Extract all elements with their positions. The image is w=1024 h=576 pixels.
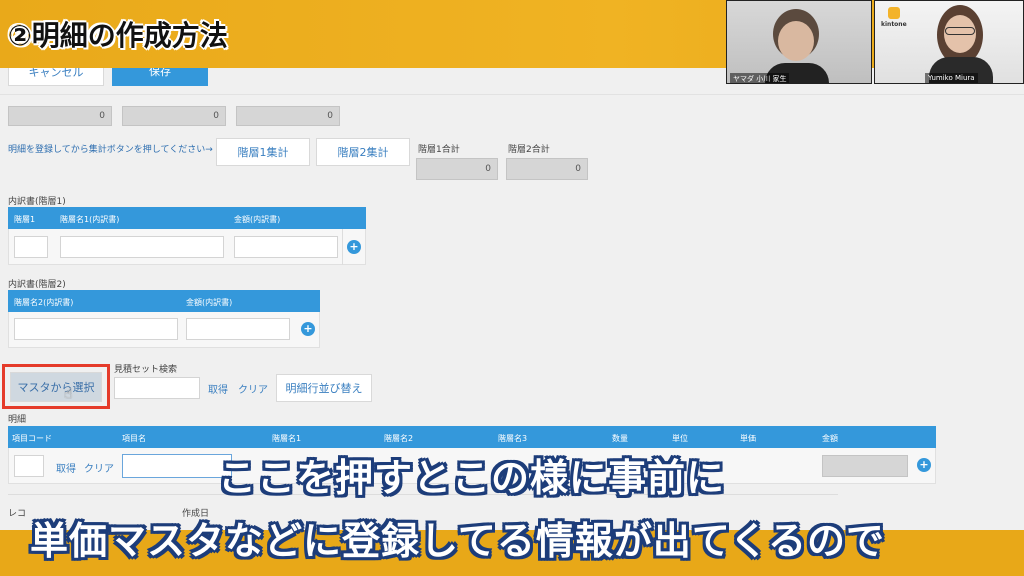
video-tile-right: kintone Yumiko Miura	[874, 0, 1024, 84]
video-name-right: Yumiko Miura	[925, 73, 978, 83]
banner-title: ②明細の作成方法	[8, 19, 228, 52]
breakdown1-name-input[interactable]	[60, 236, 224, 258]
details-col-code: 項目コード	[12, 434, 52, 443]
breakdown1-level-input[interactable]	[14, 236, 48, 258]
details-col-level2: 階層名2	[384, 434, 414, 443]
breakdown1-add-icon[interactable]: +	[347, 240, 361, 254]
breakdown2-col-amount: 金額(内訳書)	[186, 298, 233, 307]
breakdown1-col-name: 階層名1(内訳書)	[60, 215, 120, 224]
details-add-icon[interactable]: +	[917, 458, 931, 472]
total1-field: 0	[416, 158, 498, 180]
details-col-amount: 金額	[822, 434, 838, 443]
estimate-search-input[interactable]	[114, 377, 200, 399]
estimate-fetch-link[interactable]: 取得	[208, 381, 228, 396]
kintone-logo: kintone	[881, 7, 907, 37]
details-clear-link[interactable]: クリア	[84, 460, 114, 475]
details-col-level3: 階層名3	[498, 434, 528, 443]
total1-label: 階層1合計	[418, 145, 460, 155]
details-amount-field	[822, 455, 908, 477]
breakdown1-amount-input[interactable]	[234, 236, 338, 258]
subtitle-line-2: 単価マスタなどに登録してる情報が出てくるので	[30, 519, 885, 563]
estimate-search-label: 見積セット検索	[114, 365, 178, 375]
details-fetch-link[interactable]: 取得	[56, 460, 76, 475]
readonly-field-2: 0	[122, 106, 226, 126]
details-header: 項目コード 項目名 階層名1 階層名2 階層名3 数量 単位 単価 金額	[8, 426, 936, 448]
breakdown2-header: 階層名2(内訳書) 金額(内訳書)	[8, 290, 320, 312]
footer-fragment-record: レコ	[8, 509, 27, 519]
aggregate-hint: 明細を登録してから集計ボタンを押してください→	[8, 145, 213, 155]
details-col-level1: 階層名1	[272, 434, 302, 443]
aggregate-level2-button[interactable]: 階層2集計	[316, 138, 410, 166]
video-tile-left: ヤマダ 小川 家生	[726, 0, 872, 84]
total2-field: 0	[506, 158, 588, 180]
cursor-icon: ☝	[64, 386, 73, 402]
details-col-unit-price: 単価	[740, 434, 756, 443]
details-col-unit: 単位	[672, 434, 688, 443]
reorder-details-button[interactable]: 明細行並び替え	[276, 374, 372, 402]
total2-label: 階層2合計	[508, 145, 550, 155]
toolbar-divider	[0, 94, 1024, 95]
details-col-item: 項目名	[122, 434, 146, 443]
readonly-field-1: 0	[8, 106, 112, 126]
breakdown1-header: 階層1 階層名1(内訳書) 金額(内訳書)	[8, 207, 366, 229]
breakdown2-amount-input[interactable]	[186, 318, 290, 340]
readonly-field-3: 0	[236, 106, 340, 126]
subtitle-line-1: ここを押すとこの様に事前に	[218, 456, 726, 500]
select-from-master-button[interactable]: マスタから選択	[10, 372, 102, 402]
breakdown2-title: 内訳書(階層2)	[8, 280, 66, 290]
aggregate-level1-button[interactable]: 階層1集計	[216, 138, 310, 166]
breakdown2-col-name: 階層名2(内訳書)	[14, 298, 74, 307]
breakdown2-add-icon[interactable]: +	[301, 322, 315, 336]
breakdown1-title: 内訳書(階層1)	[8, 197, 66, 207]
estimate-clear-link[interactable]: クリア	[238, 381, 268, 396]
details-item-input[interactable]	[122, 454, 232, 478]
breakdown2-name-input[interactable]	[14, 318, 178, 340]
details-code-input[interactable]	[14, 455, 44, 477]
details-title: 明細	[8, 415, 27, 425]
breakdown1-col-level: 階層1	[14, 215, 36, 224]
breakdown1-col-amount: 金額(内訳書)	[234, 215, 281, 224]
details-col-qty: 数量	[612, 434, 628, 443]
video-name-left: ヤマダ 小川 家生	[730, 73, 790, 83]
